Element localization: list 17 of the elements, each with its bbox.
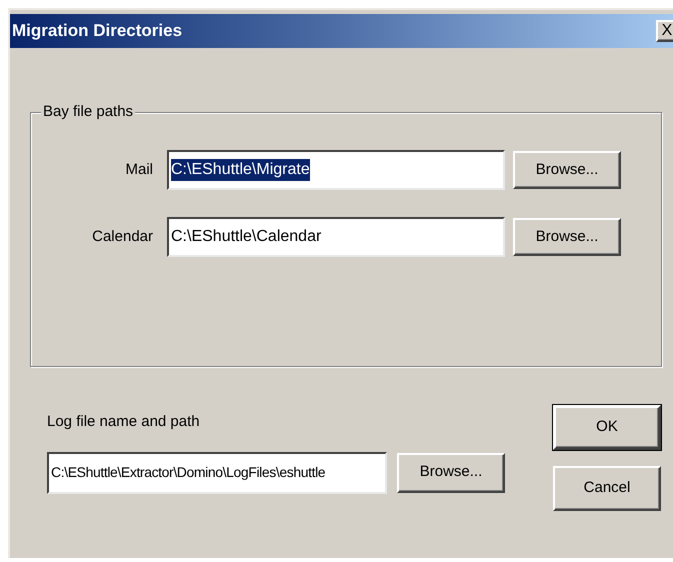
field-label: Calendar	[91, 226, 154, 247]
field-value: C:\EShuttle\Migrate	[171, 159, 310, 181]
log-path-field[interactable]: C:\EShuttle\Extractor\Domino\LogFiles\eshuttle	[47, 452, 387, 494]
path-field[interactable]: C:\EShuttle\Calendar	[167, 217, 505, 257]
browse-button[interactable]: Browse...	[397, 452, 505, 492]
window-title: Migration Directories	[12, 20, 182, 42]
field-value: C:\EShuttle\Calendar	[171, 227, 322, 247]
dialog-button[interactable]: OK	[553, 405, 661, 450]
field-value: C:\EShuttle\Extractor\Domino\LogFiles\eshuttle	[51, 463, 326, 482]
group-title: Bay file paths	[41, 102, 136, 122]
dialog-button[interactable]: Cancel	[553, 466, 661, 511]
field-label: Mail	[124, 160, 154, 180]
browse-button[interactable]: Browse...	[513, 218, 621, 256]
browse-button[interactable]: Browse...	[513, 151, 621, 189]
path-field[interactable]: C:\EShuttle\Migrate	[167, 150, 505, 190]
log-label: Log file name and path	[47, 412, 201, 432]
close-button[interactable]: X	[656, 20, 673, 42]
